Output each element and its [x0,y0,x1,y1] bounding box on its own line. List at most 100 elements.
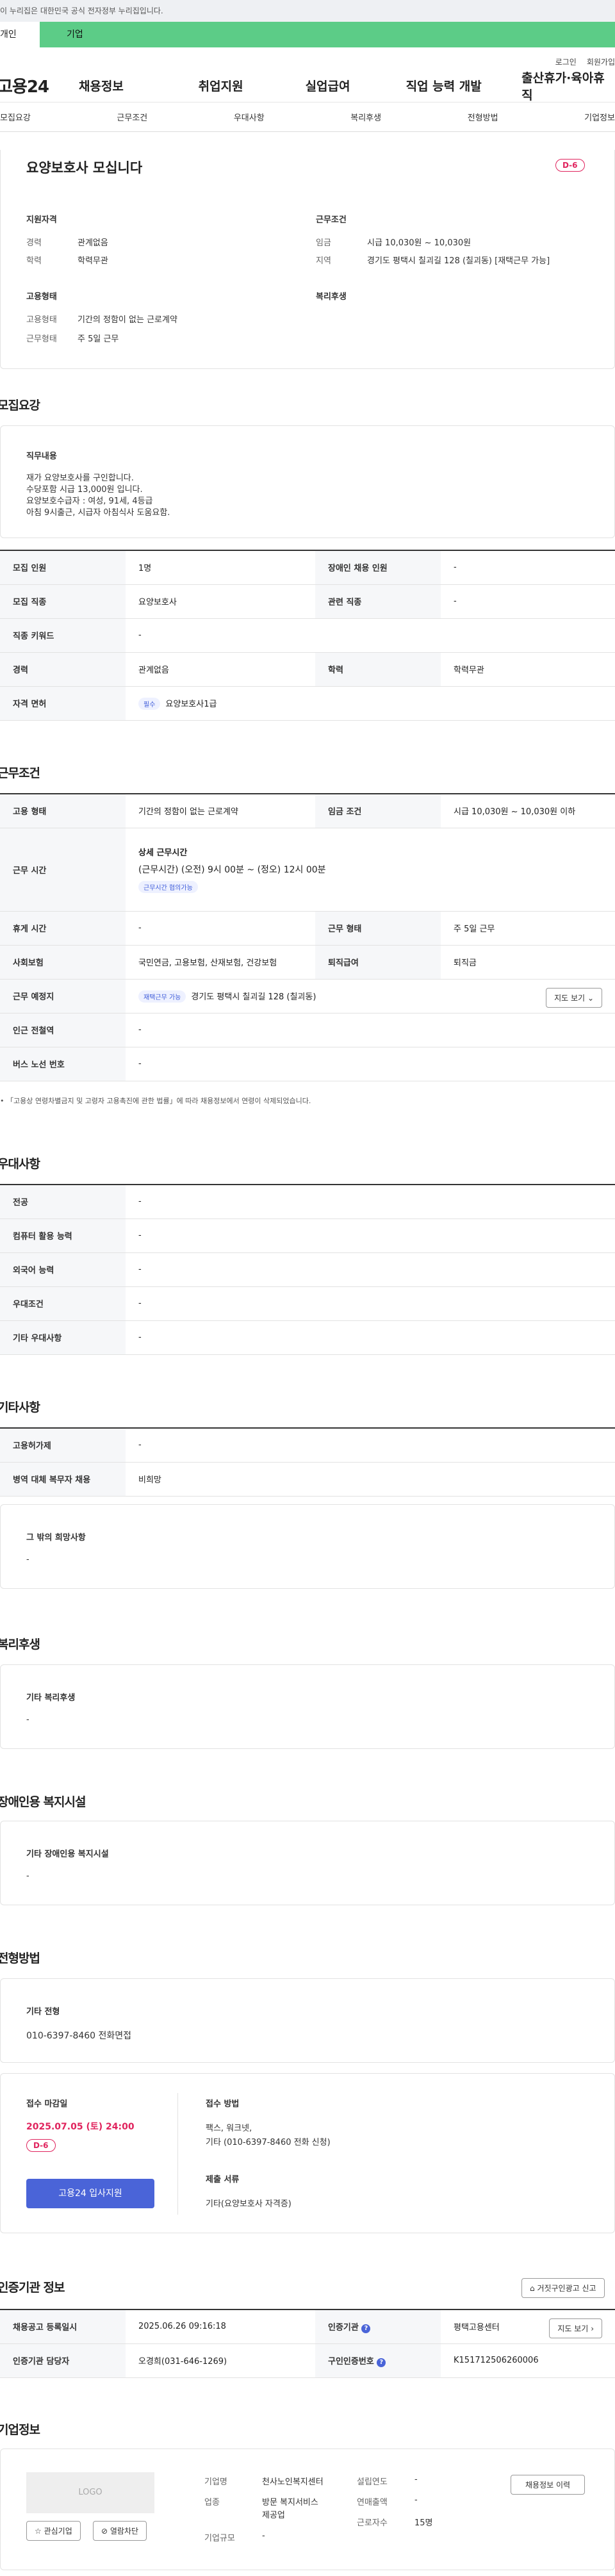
cell-value: 비희망 [126,1462,615,1497]
company-key: 기업규모 [204,2534,235,2543]
cell-key: 장애인 채용 인원 [315,550,441,585]
cond-value: 시급 10,030원 ~ 10,030원 [367,238,472,248]
cell-key: 근무 형태 [315,911,441,946]
table-row: 근무 예정지 재택근무 가능 경기도 평택시 칠괴길 128 (칠괴동) 지도 보… [0,979,615,1013]
cell-value: - [126,1428,615,1463]
cell-key: 인증기관 담당자 [0,2343,126,2378]
work-table: 고용 형태 기간의 정함이 없는 근로계약 임금 조건 시급 10,030원 ~… [0,793,615,1081]
table-row: 외국어 능력 - [0,1252,615,1287]
site-logo[interactable]: 고용24 [0,74,79,97]
agency-map-button[interactable]: 지도 보기 › [549,2318,602,2338]
cell-key: 버스 노선 번호 [0,1047,126,1081]
cell-key: 휴게 시간 [0,911,126,946]
table-row: 채용공고 등록일시 2025.06.26 09:16:18 인증기관 ? 평택고… [0,2309,615,2344]
table-row: 모집 직종 요양보호사 관련 직종 - [0,584,615,619]
subnav-item[interactable]: 모집요강 [0,111,31,123]
section-company-heading: 기업정보 [0,2423,40,2437]
pref-table: 전공 - 컴퓨터 활용 능력 - 외국어 능력 - 우대조건 - 기타 우대사항 - [0,1184,615,1355]
cell-value: - [126,618,615,653]
section-recruit-heading: 모집요강 [0,398,40,413]
time-pill: 근무시간 협의가능 [138,881,198,893]
subnav-item[interactable]: 복리후생 [350,111,381,123]
cell-value: - [126,1252,615,1287]
welfare-title: 기타 복리후생 [26,1693,76,1703]
cell-value: - [126,911,315,946]
report-button[interactable]: ⌂ 거짓구인광고 신고 [521,2278,605,2298]
cond-value: 경기도 평택시 칠괴길 128 (칠괴동) [재택근무 가능] [367,256,550,266]
table-row: 자격 면허 필수 요양보호사1급 [0,686,615,721]
nav-item[interactable]: 취업지원 [179,77,280,94]
company-card: LOGO ☆ 관심기업 ⊘ 열람차단 기업명 천사노인복지센터 설립연도 - 업… [0,2449,615,2570]
table-row: 사회보험 국민연금, 고용보험, 산재보험, 건강보험 퇴직급여 퇴직금 [0,945,615,980]
duty-line: 아침 9시출근, 시급자 아침식사 도움요함. [26,508,170,518]
bullet-icon: • [0,1097,6,1105]
subnav-item[interactable]: 기업정보 [584,111,615,123]
divider [177,2093,178,2215]
table-row: 경력 관계없음 학력 학력무관 [0,652,615,687]
cell-value: 상세 근무시간 (근무시간) (오전) 9시 00분 ~ (정오) 12시 00… [126,828,615,912]
join-link[interactable]: 회원가입 [587,56,615,67]
company-key: 기업명 [204,2477,227,2487]
cell-key: 전공 [0,1185,126,1219]
favorite-button[interactable]: ☆ 관심기업 [26,2521,81,2541]
info-icon[interactable]: ? [377,2358,386,2367]
tab-company[interactable]: 기업 [40,22,615,47]
cond-title: 근무조건 [316,215,347,225]
etc-table: 고용허가제 - 병역 대체 복무자 채용 비희망 [0,1427,615,1497]
section-agency-heading: 인증기관 정보 [0,2281,65,2295]
dday-badge: D-6 [26,2139,56,2152]
method-title: 접수 방법 [206,2099,240,2109]
table-row: 기타 우대사항 - [0,1320,615,1355]
cell-value: - [126,1286,615,1321]
cell-key: 구인인증번호 ? [315,2343,441,2378]
apply-button[interactable]: 고용24 입사지원 [26,2179,154,2208]
cell-value: 2025.06.26 09:16:18 [126,2309,315,2344]
process-etc-card: 기타 전형 010-6397-8460 전화면접 [0,1978,615,2063]
nav-item[interactable]: 채용정보 [79,77,179,94]
duty-title: 직무내용 [26,452,57,461]
table-row: 병역 대체 복무자 채용 비희망 [0,1462,615,1497]
block-button[interactable]: ⊘ 열람차단 [93,2521,147,2541]
login-link[interactable]: 로그인 [555,56,577,67]
user-type-tabs: 개인 기업 [0,22,615,47]
cell-key: 병역 대체 복무자 채용 [0,1462,126,1497]
nav-item[interactable]: 실업급여 [280,77,381,94]
cell-key: 우대조건 [0,1286,126,1321]
process-etc-title: 기타 전형 [26,2007,60,2017]
subnav-item[interactable]: 우대사항 [234,111,265,123]
subnav-item[interactable]: 근무조건 [117,111,147,123]
tab-personal[interactable]: 개인 [0,22,40,47]
cell-value: - [126,1013,615,1047]
history-button[interactable]: 채용정보 이력 [511,2475,586,2495]
cell-value: 평택고용센터 지도 보기 › [441,2309,615,2344]
emp-title: 고용형태 [26,292,57,302]
subnav-item[interactable]: 전형방법 [468,111,498,123]
nav-item[interactable]: 출산휴가·육아휴직 [512,69,615,103]
qual-title: 지원자격 [26,215,57,225]
cell-key: 고용허가제 [0,1428,126,1463]
info-icon[interactable]: ? [361,2324,371,2333]
cell-key: 컴퓨터 활용 능력 [0,1218,126,1253]
cell-key: 경력 [0,652,126,687]
method-line: 기타 (010-6397-8460 전화 신청) [206,2138,331,2147]
deadline-title: 접수 마감일 [26,2099,68,2109]
method-line: 팩스, 워크넷, [206,2124,252,2133]
section-etc-heading: 기타사항 [0,1400,40,1415]
qual-key: 경력 [26,238,42,248]
chevron-down-icon: ⌄ [587,993,594,1003]
emp-key: 근무형태 [26,334,57,344]
other-wish-card: 그 밖의 희망사항 - [0,1504,615,1589]
qual-key: 학력 [26,256,42,266]
chevron-right-icon: › [591,2324,594,2333]
cell-value: 필수 요양보호사1급 [126,686,615,721]
cell-key: 고용 형태 [0,794,126,828]
cond-key: 임금 [316,238,331,248]
table-row: 휴게 시간 - 근무 형태 주 5일 근무 [0,911,615,946]
table-row: 모집 인원 1명 장애인 채용 인원 - [0,550,615,585]
company-value: - [414,2475,418,2484]
section-pref-heading: 우대사항 [0,1157,40,1171]
nav-item[interactable]: 직업 능력 개발 [381,77,513,94]
block-icon: ⊘ [101,2527,110,2536]
license-value: 요양보호사1급 [165,699,217,709]
map-button[interactable]: 지도 보기 ⌄ [546,987,602,1008]
